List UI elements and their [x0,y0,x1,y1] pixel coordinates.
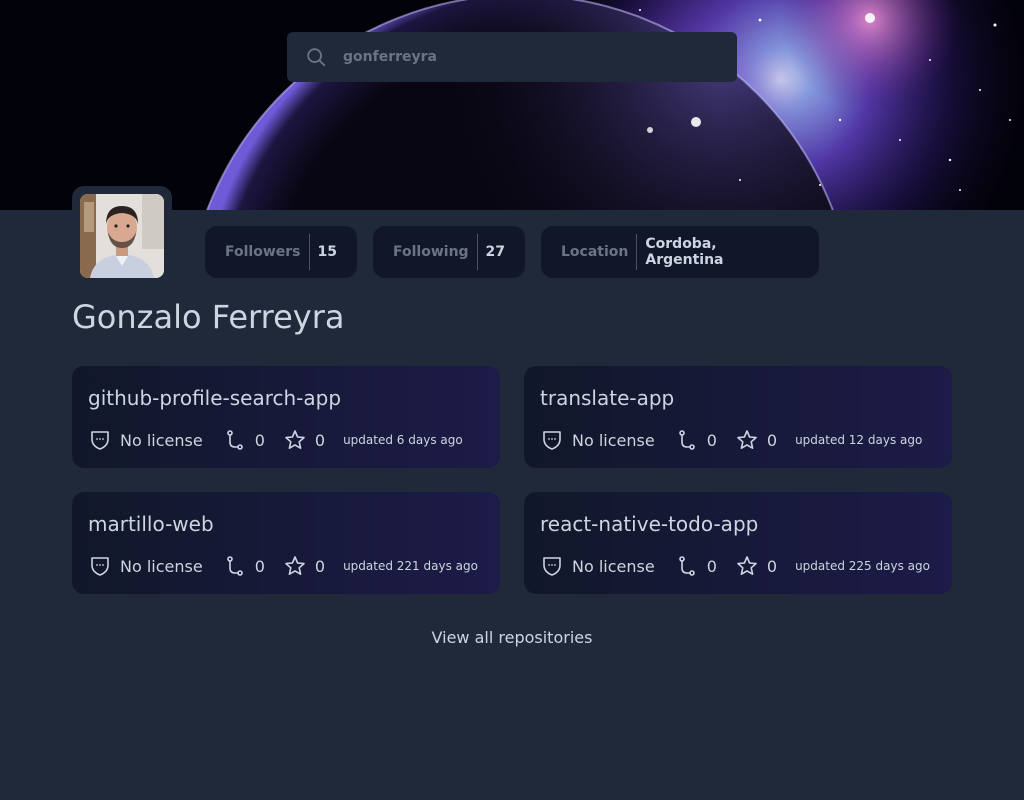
page: Followers 15 Following 27 Location Cordo… [0,0,1024,800]
search-bar[interactable] [287,32,737,82]
fork-icon [226,556,243,576]
repo-card[interactable]: github-profile-search-app No license 0 0… [72,366,500,468]
repo-updated: updated 225 days ago [795,559,930,573]
license-shield-icon [91,431,109,450]
search-icon [307,48,326,67]
repo-stars: 0 [766,556,778,576]
repo-stars: 0 [766,430,778,450]
license-shield-icon [91,557,109,576]
location-label: Location [561,244,629,260]
repo-stars: 0 [314,430,326,450]
repo-card[interactable]: translate-app No license 0 0 updated 12 … [524,366,952,468]
license-shield-icon [543,431,561,450]
location-stat: Location Cordoba, Argentina [541,226,819,278]
search-input[interactable] [343,32,723,82]
following-label: Following [393,244,469,260]
repo-updated: updated 221 days ago [343,559,478,573]
star-icon [737,556,757,575]
star-icon [285,430,305,449]
repo-name[interactable]: github-profile-search-app [88,386,341,410]
view-all-repositories-link[interactable]: View all repositories [0,628,1024,647]
repo-name[interactable]: react-native-todo-app [540,512,758,536]
repo-card[interactable]: martillo-web No license 0 0 updated 221 … [72,492,500,594]
repo-meta: No license 0 0 updated 221 days ago [88,554,478,578]
divider [636,234,638,270]
repo-name[interactable]: translate-app [540,386,674,410]
repo-card[interactable]: react-native-todo-app No license 0 0 upd… [524,492,952,594]
repo-meta: No license 0 0 updated 225 days ago [540,554,930,578]
fork-icon [226,430,243,450]
repo-meta: No license 0 0 updated 12 days ago [540,428,922,452]
followers-label: Followers [225,244,301,260]
location-value: Cordoba, Argentina [645,236,724,268]
repo-updated: updated 6 days ago [343,433,463,447]
profile-name: Gonzalo Ferreyra [72,298,345,336]
repo-updated: updated 12 days ago [795,433,923,447]
following-value: 27 [485,244,505,260]
star-icon [285,556,305,575]
repo-name[interactable]: martillo-web [88,512,214,536]
fork-icon [678,556,695,576]
following-stat: Following 27 [373,226,525,278]
star-icon [737,430,757,449]
avatar [80,194,164,278]
repo-forks: 0 [706,556,717,576]
repo-forks: 0 [254,430,265,450]
repo-forks: 0 [706,430,717,450]
divider [308,234,310,270]
repo-license: No license [120,556,203,576]
avatar-frame [72,186,172,286]
repo-meta: No license 0 0 updated 6 days ago [88,428,463,452]
followers-stat: Followers 15 [205,226,357,278]
repo-stars: 0 [314,556,326,576]
followers-value: 15 [317,244,337,260]
license-shield-icon [543,557,561,576]
repo-license: No license [572,430,655,450]
repo-forks: 0 [254,556,265,576]
fork-icon [678,430,695,450]
repo-license: No license [572,556,655,576]
divider [476,234,478,270]
repo-license: No license [120,430,203,450]
